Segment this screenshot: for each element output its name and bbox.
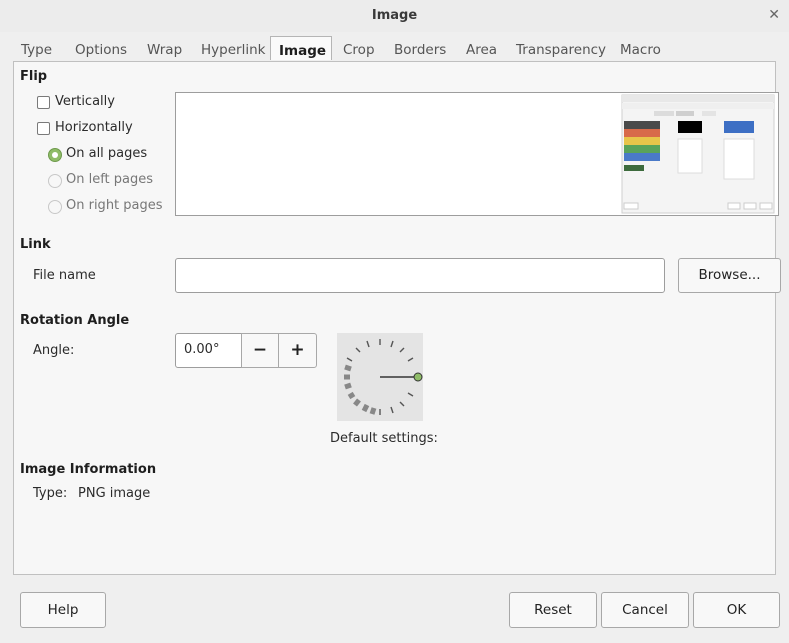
horizontally-checkbox[interactable]	[37, 122, 50, 135]
tab-area[interactable]: Area	[466, 42, 497, 58]
type-label: Type:	[33, 486, 68, 501]
tab-crop[interactable]: Crop	[343, 42, 375, 58]
on-right-pages-label: On right pages	[66, 198, 163, 213]
tab-macro[interactable]: Macro	[620, 42, 661, 58]
tab-type[interactable]: Type	[21, 42, 52, 58]
angle-increase-button[interactable]: +	[278, 333, 317, 368]
rotation-angle-heading: Rotation Angle	[20, 313, 130, 328]
help-button[interactable]: Help	[20, 592, 106, 628]
tab-wrap[interactable]: Wrap	[147, 42, 182, 58]
default-settings-label: Default settings:	[330, 431, 438, 446]
on-left-pages-radio[interactable]	[48, 174, 62, 188]
horizontally-label: Horizontally	[55, 120, 133, 135]
window-title: Image	[371, 8, 418, 23]
tab-options[interactable]: Options	[75, 42, 127, 58]
on-right-pages-radio[interactable]	[48, 200, 62, 214]
on-left-pages-label: On left pages	[66, 172, 154, 187]
file-name-label: File name	[33, 268, 96, 283]
tab-transparency[interactable]: Transparency	[516, 42, 606, 58]
image-information-heading: Image Information	[20, 462, 157, 477]
rotation-dial[interactable]	[337, 333, 423, 421]
type-value: PNG image	[78, 486, 151, 501]
on-all-pages-radio[interactable]	[48, 148, 62, 162]
angle-handle[interactable]	[413, 372, 423, 382]
cancel-button[interactable]: Cancel	[601, 592, 689, 628]
tab-image[interactable]: Image	[270, 36, 332, 60]
angle-label: Angle:	[33, 343, 75, 358]
tab-borders[interactable]: Borders	[394, 42, 446, 58]
image-thumbnail	[621, 94, 775, 214]
image-preview	[175, 92, 779, 216]
tab-hyperlink[interactable]: Hyperlink	[201, 42, 265, 58]
flip-heading: Flip	[20, 69, 48, 84]
angle-value: 0.00°	[184, 342, 220, 357]
reset-button[interactable]: Reset	[509, 592, 597, 628]
on-all-pages-label: On all pages	[66, 146, 148, 161]
file-name-input[interactable]	[175, 258, 665, 293]
browse-button[interactable]: Browse...	[678, 258, 781, 293]
dialog-button-bar: Help Reset Cancel OK	[0, 576, 789, 643]
vertically-checkbox[interactable]	[37, 96, 50, 109]
angle-decrease-button[interactable]: −	[241, 333, 279, 368]
title-bar: Image ✕	[0, 0, 789, 32]
close-icon[interactable]: ✕	[768, 7, 780, 23]
vertically-label: Vertically	[55, 94, 115, 109]
link-heading: Link	[20, 237, 51, 252]
ok-button[interactable]: OK	[693, 592, 780, 628]
tab-content-panel: Flip Vertically Horizontally On all page…	[13, 61, 781, 575]
angle-input[interactable]: 0.00°	[175, 333, 242, 368]
